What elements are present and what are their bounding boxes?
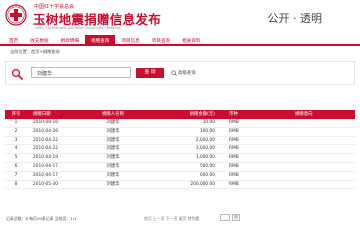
cell-amount: 10.00 [202,120,215,125]
advanced-search-icon [171,70,177,76]
main-nav: 首页 收支数据 捐款明细 捐赠查询 项目信息 项目查询 相关资料 [0,35,360,46]
cell-date: 2010-04-26 [33,128,58,134]
cell-intent [283,119,355,127]
cell-currency: RMB [229,128,239,134]
cell-intent [283,181,355,189]
cell-amount: 500.00 [199,163,215,169]
table-row: 4 2010-04-22 刘建华 3,000.00 RMB [5,145,355,155]
cell-donor: 刘建华 [106,137,120,143]
cell-index: 4 [14,146,18,152]
cell-intent [283,128,355,136]
nav-item-donation-detail[interactable]: 捐款明细 [55,35,85,46]
table-row: 6 2010-04-17 刘建华 500.00 RMB [5,162,355,172]
cell-currency: RMB [229,155,239,161]
table-header: 序号 捐赠日期 捐赠人名称 捐赠金额(元) 币种 捐赠意向 [5,110,355,119]
table-row: 7 2010-04-17 刘建华 600.00 RMB [5,171,355,181]
cell-donor: 刘建华 [106,172,120,178]
record-summary: 记录总数：8 每页50条记录 当前页：1/1 [6,216,77,221]
cell-amount: 600.00 [199,172,215,178]
cell-index: 8 [14,181,18,187]
cell-index: 6 [14,163,18,169]
cell-date: 2010-08-16 [33,120,58,125]
col-header-currency: 币种 [229,112,238,117]
nav-item-donation-search[interactable]: 捐赠查询 [84,35,116,46]
site-subtitle: Yushu Earthquake Donation Information Re… [34,26,121,30]
pagination-links[interactable]: 首页 上一页 下一页 尾页 转到第 [144,216,200,222]
col-header-amount[interactable]: 捐赠金额(元) [149,110,223,119]
nav-item-project-info[interactable]: 项目信息 [115,35,145,46]
table-row: 3 2010-04-22 刘建华 2,000.00 RMB [5,136,355,146]
cell-intent [283,163,355,171]
breadcrumb: 当前位置：首页>捐赠查询 [10,49,60,54]
cell-date: 2010-04-22 [33,137,58,143]
table-row: 5 2010-04-19 刘建华 1,000.00 RMB [5,154,355,163]
cell-donor: 刘建华 [106,181,120,187]
search-button[interactable]: 查 询 [136,68,164,78]
cell-amount: 2,000.00 [195,137,215,143]
site-header: 中国红十字会总会 玉树地震捐赠信息发布 Yushu Earthquake Don… [0,0,360,34]
cell-currency: RMB [229,172,239,178]
cell-donor: 刘建华 [106,163,120,169]
col-header-index: 序号 [11,112,21,117]
cell-amount: 200,000.00 [190,181,215,187]
advanced-search-link[interactable]: 高级查询 [178,70,196,76]
cell-intent [283,137,355,145]
slogan: 公开 · 透明 [267,12,323,25]
results-table: 序号 捐赠日期 捐赠人名称 捐赠金额(元) 币种 捐赠意向 1 2010-08-… [5,110,355,190]
search-input[interactable]: 刘建华 [31,67,131,78]
col-header-donor: 捐赠人名称 [102,112,124,117]
cell-currency: RMB [229,137,239,143]
cell-currency: RMB [229,146,239,152]
cell-index: 7 [14,172,18,178]
nav-item-home[interactable]: 首页 [3,35,24,46]
cell-index: 2 [14,128,18,134]
col-header-date[interactable]: 捐赠日期 [27,110,77,119]
cell-currency: RMB [229,163,239,169]
cell-index: 1 [14,120,18,125]
cell-date: 2010-04-17 [33,163,58,169]
table-row: 2 2010-04-26 刘建华 100.00 RMB [5,127,355,137]
go-page-button[interactable]: 页 [232,214,240,221]
col-header-intent: 捐赠意向 [295,112,313,117]
cell-currency: RMB [229,181,239,187]
cell-date: 2010-04-17 [33,172,58,178]
cell-amount: 1,000.00 [195,155,215,161]
cell-donor: 刘建华 [106,146,120,152]
table-row: 8 2010-05-30 刘建华 200,000.00 RMB [5,180,355,190]
cell-date: 2010-05-30 [33,181,58,187]
cell-donor: 刘建华 [106,155,120,161]
nav-item-related-docs[interactable]: 相关资料 [176,35,206,46]
cell-intent [283,154,355,162]
magnifier-icon [11,68,23,80]
cell-date: 2010-04-22 [33,146,58,152]
nav-item-income-expense[interactable]: 收支数据 [24,35,54,46]
cell-index: 5 [14,155,18,161]
table-row: 1 2010-08-16 刘建华 10.00 RMB [5,119,355,128]
cell-amount: 100.00 [199,128,215,134]
page-number-input[interactable] [220,214,230,221]
nav-item-project-search[interactable]: 项目查询 [146,35,176,46]
cell-donor: 刘建华 [106,120,120,125]
cell-amount: 3,000.00 [195,146,215,152]
cell-donor: 刘建华 [106,128,120,134]
cell-intent [283,145,355,153]
red-cross-logo-icon [5,4,27,26]
cell-intent [283,172,355,180]
cell-index: 3 [14,137,18,143]
cell-date: 2010-04-19 [33,155,58,161]
cell-currency: RMB [229,120,239,125]
